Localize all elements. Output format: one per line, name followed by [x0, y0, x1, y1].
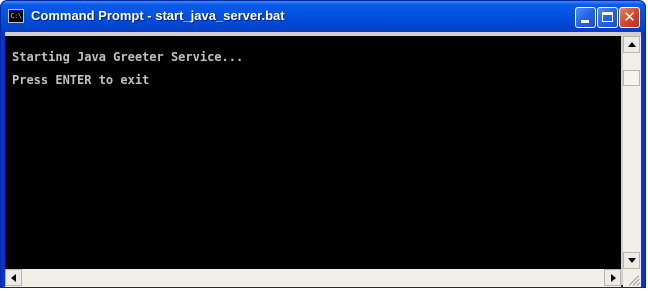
resize-grip[interactable]	[623, 269, 641, 287]
scroll-down-arrow-icon	[628, 258, 636, 263]
command-prompt-window: C:\ Command Prompt - start_java_server.b…	[0, 0, 646, 288]
console-output[interactable]: Starting Java Greeter Service... Press E…	[5, 36, 621, 269]
vertical-scroll-thumb[interactable]	[623, 70, 640, 86]
maximize-icon	[602, 12, 613, 22]
scroll-down-button[interactable]	[623, 252, 640, 269]
console-line-starting: Starting Java Greeter Service...	[12, 50, 244, 64]
scroll-left-button[interactable]	[5, 269, 22, 286]
window-title: Command Prompt - start_java_server.bat	[31, 8, 285, 23]
close-icon: ✕	[623, 8, 636, 26]
console-window-icon[interactable]: C:\	[8, 9, 24, 23]
minimize-icon	[581, 20, 589, 23]
scroll-left-arrow-icon	[11, 274, 16, 282]
scroll-up-arrow-icon	[628, 42, 636, 47]
grip-line	[636, 282, 641, 286]
title-bar[interactable]: C:\ Command Prompt - start_java_server.b…	[1, 1, 645, 32]
maximize-button[interactable]	[597, 7, 618, 28]
minimize-button[interactable]	[575, 7, 596, 28]
vertical-scrollbar[interactable]	[623, 36, 641, 269]
scroll-right-arrow-icon	[611, 274, 616, 282]
scroll-up-button[interactable]	[623, 36, 640, 53]
horizontal-scrollbar[interactable]	[5, 269, 621, 287]
console-line-press-enter: Press ENTER to exit	[12, 73, 150, 87]
scroll-right-button[interactable]	[604, 269, 621, 286]
console-icon-label: C:\	[10, 12, 22, 20]
close-button[interactable]: ✕	[619, 7, 640, 28]
